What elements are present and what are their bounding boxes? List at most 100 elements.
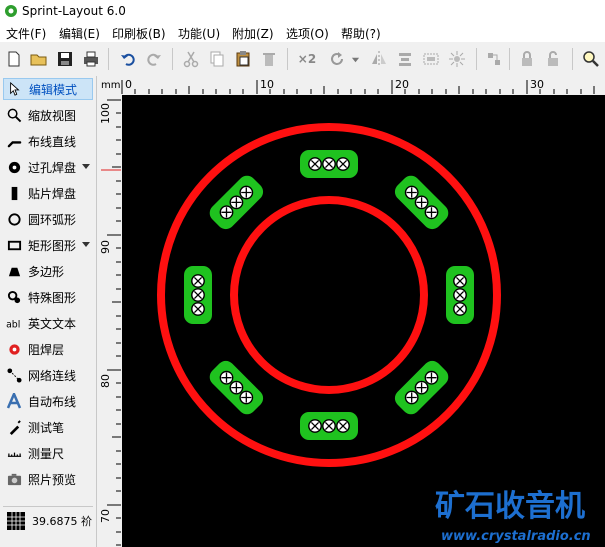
ratsnest-icon <box>6 367 22 383</box>
tool-zoom-view[interactable]: 缩放视图 <box>3 104 93 126</box>
group-button[interactable] <box>420 48 442 70</box>
mirror-icon <box>372 51 386 67</box>
zoom-icon <box>583 51 599 67</box>
group-icon <box>423 53 439 65</box>
chevron-down-icon[interactable] <box>82 164 90 169</box>
ruler-label: 30 <box>530 78 544 91</box>
printer-icon <box>84 51 98 67</box>
menu-file[interactable]: 文件(F) <box>6 25 46 42</box>
pad-group[interactable] <box>446 266 474 324</box>
rotate-button[interactable] <box>326 48 348 70</box>
undo-button[interactable] <box>117 48 139 70</box>
tool-solder-mask[interactable]: 阻焊层 <box>3 338 93 360</box>
ungroup-button[interactable] <box>446 48 468 70</box>
camera-icon <box>7 473 21 485</box>
folder-open-icon <box>30 54 47 66</box>
lock-icon <box>522 51 532 66</box>
menu-options[interactable]: 选项(O) <box>286 25 329 42</box>
copy-icon <box>210 51 224 67</box>
grid-size-label: 39.6875 祄 <box>32 515 92 528</box>
tool-photo-preview[interactable]: 照片预览 <box>3 468 93 490</box>
redo-button[interactable] <box>143 48 165 70</box>
pad-group[interactable] <box>206 172 267 233</box>
rotate-dropdown[interactable] <box>348 48 362 70</box>
delete-button[interactable] <box>258 48 280 70</box>
pad-group[interactable] <box>391 357 452 418</box>
tool-label: 布线直线 <box>28 134 77 149</box>
copy-button[interactable] <box>206 48 228 70</box>
menu-functions[interactable]: 功能(U) <box>178 25 220 42</box>
save-button[interactable] <box>54 48 76 70</box>
pad-group[interactable] <box>300 412 358 440</box>
ruler-label: 70 <box>99 509 112 523</box>
component-button[interactable] <box>483 48 505 70</box>
tool-text[interactable]: abl 英文文本 <box>3 312 93 334</box>
tool-label: 多边形 <box>28 264 65 279</box>
toolbar-separator <box>287 48 288 70</box>
window-title: Sprint-Layout 6.0 <box>22 4 126 18</box>
rectangle-icon <box>7 240 21 250</box>
inner-copper-ring[interactable] <box>230 196 428 394</box>
paste-button[interactable] <box>232 48 254 70</box>
text-icon: abl <box>6 319 20 330</box>
tool-label: 圆环弧形 <box>28 212 77 227</box>
cut-button[interactable] <box>180 48 202 70</box>
tool-circle-arc[interactable]: 圆环弧形 <box>3 208 93 230</box>
pad-group[interactable] <box>391 172 452 233</box>
tool-polygon[interactable]: 多边形 <box>3 260 93 282</box>
toolbar-separator <box>172 48 173 70</box>
toolbar: ×2 <box>0 42 605 77</box>
lock-button[interactable] <box>516 48 538 70</box>
watermark-title: 矿石收音机 <box>435 489 585 524</box>
tool-label: 测试笔 <box>28 420 65 435</box>
zoom-button[interactable] <box>580 48 602 70</box>
tool-smd-pad[interactable]: 贴片焊盘 <box>3 182 93 204</box>
tool-ratsnest[interactable]: 网络连线 <box>3 364 93 386</box>
menu-help[interactable]: 帮助(?) <box>341 25 381 42</box>
title-bar: Sprint-Layout 6.0 <box>0 0 605 22</box>
menu-board[interactable]: 印刷板(B) <box>112 25 166 42</box>
via-pad-icon <box>8 161 20 173</box>
tool-special-shape[interactable]: 特殊图形 <box>3 286 93 308</box>
tool-label: 贴片焊盘 <box>28 186 77 201</box>
tool-edit-mode[interactable]: 编辑模式 <box>3 78 93 100</box>
menu-edit[interactable]: 编辑(E) <box>59 25 100 42</box>
tool-label: 英文文本 <box>28 316 77 331</box>
trash-icon <box>263 53 275 66</box>
grid-icon <box>7 512 25 530</box>
autoroute-icon <box>6 393 22 409</box>
tool-test-probe[interactable]: 测试笔 <box>3 416 93 438</box>
new-file-button[interactable] <box>3 48 25 70</box>
ruler-label: 80 <box>99 374 112 388</box>
unlock-button[interactable] <box>542 48 564 70</box>
pcb-canvas[interactable] <box>122 95 605 547</box>
align-icon <box>399 53 411 66</box>
tool-ruler[interactable]: 测量尺 <box>3 442 93 464</box>
chevron-down-icon[interactable] <box>82 242 90 247</box>
tool-via-pad[interactable]: 过孔焊盘 <box>3 156 93 178</box>
toolbar-separator <box>476 48 477 70</box>
tool-autoroute[interactable]: 自动布线 <box>3 390 93 412</box>
toolbar-separator <box>572 48 573 70</box>
align-button[interactable] <box>394 48 416 70</box>
chevron-down-icon <box>351 57 359 62</box>
pad-group[interactable] <box>184 266 212 324</box>
tool-track-line[interactable]: 布线直线 <box>3 130 93 152</box>
tool-label: 阻焊层 <box>28 342 65 357</box>
ruler-unit-label: mm <box>101 80 120 91</box>
ruler-label: 20 <box>395 78 409 91</box>
arrow-cursor-icon <box>10 82 20 96</box>
print-button[interactable] <box>80 48 102 70</box>
menu-extras[interactable]: 附加(Z) <box>232 25 274 42</box>
tool-label: 特殊图形 <box>28 290 77 305</box>
smd-pad-icon <box>11 186 17 200</box>
tool-rectangle[interactable]: 矩形图形 <box>3 234 93 256</box>
multiply-button[interactable]: ×2 <box>294 48 320 70</box>
tool-label: 照片预览 <box>28 472 77 487</box>
pad-group[interactable] <box>300 150 358 178</box>
grid-status[interactable]: 39.6875 祄 <box>3 506 93 535</box>
open-file-button[interactable] <box>28 48 50 70</box>
mirror-button[interactable] <box>368 48 390 70</box>
pad-group[interactable] <box>206 357 267 418</box>
polygon-icon <box>8 267 20 276</box>
